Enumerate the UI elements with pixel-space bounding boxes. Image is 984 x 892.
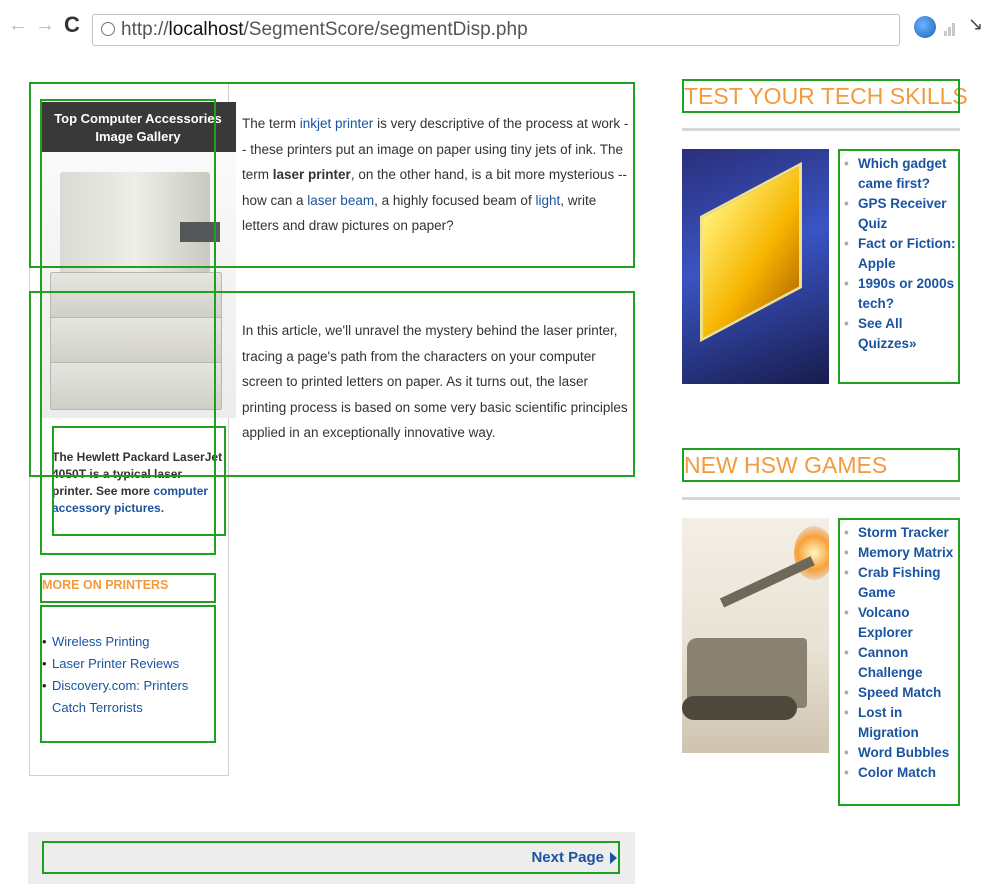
- wrench-icon[interactable]: ↘: [968, 14, 983, 35]
- url-host: localhost: [168, 19, 244, 40]
- url-path: /SegmentScore/segmentDisp.php: [243, 19, 528, 40]
- reload-icon[interactable]: C: [64, 12, 80, 38]
- url-text[interactable]: http://localhost/SegmentScore/segmentDis…: [121, 19, 528, 41]
- back-icon[interactable]: ←: [8, 14, 28, 37]
- quiz-image[interactable]: [682, 149, 829, 384]
- segment-outline: [682, 79, 960, 113]
- globe-icon[interactable]: [914, 16, 936, 38]
- page-info-icon: [101, 22, 115, 36]
- segment-outline: [42, 841, 620, 874]
- segment-outline: [838, 518, 960, 806]
- tank-tracks: [682, 696, 797, 720]
- signal-icon: [944, 20, 958, 36]
- segment-outline: [52, 426, 226, 536]
- games-image[interactable]: [682, 518, 829, 753]
- segment-outline: [40, 573, 216, 603]
- segment-outline: [40, 605, 216, 743]
- segment-outline: [838, 149, 960, 384]
- address-bar[interactable]: http://localhost/SegmentScore/segmentDis…: [92, 14, 900, 46]
- divider: [682, 128, 960, 131]
- divider: [682, 497, 960, 500]
- browser-toolbar: ← → C http://localhost/SegmentScore/segm…: [0, 0, 984, 62]
- url-prefix: http://: [121, 19, 169, 40]
- laptop-screen: [700, 161, 802, 343]
- forward-icon[interactable]: →: [35, 14, 55, 37]
- tank-barrel: [719, 556, 815, 608]
- segment-outline: [682, 448, 960, 482]
